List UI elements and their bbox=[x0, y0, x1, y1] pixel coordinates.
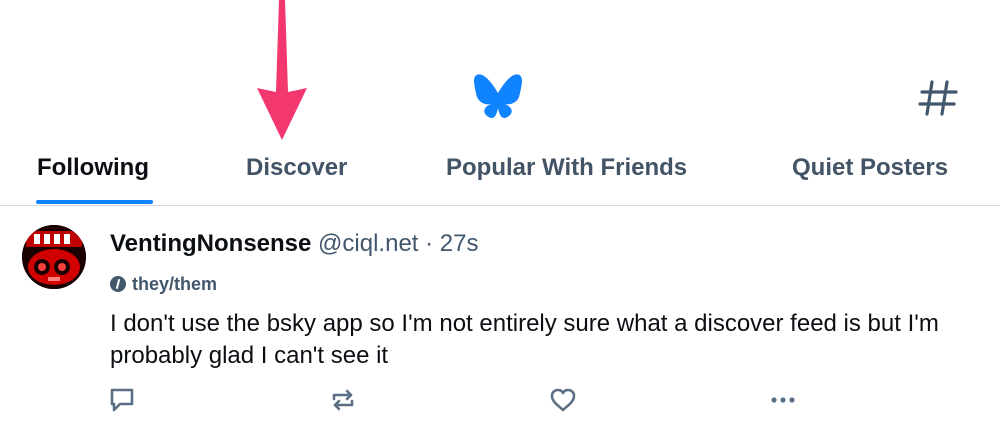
post-text: I don't use the bsky app so I'm not enti… bbox=[110, 310, 939, 369]
info-icon bbox=[110, 276, 126, 292]
active-tab-indicator bbox=[36, 200, 153, 204]
feed-header: Following Discover Popular With Friends … bbox=[0, 0, 1000, 207]
pronouns: they/them bbox=[110, 272, 217, 296]
feed-post[interactable]: VentingNonsense @ciql.net · 27s they/the… bbox=[0, 206, 1000, 435]
more-icon[interactable] bbox=[768, 385, 798, 415]
author-name[interactable]: VentingNonsense bbox=[110, 230, 311, 257]
tab-following[interactable]: Following bbox=[37, 150, 149, 186]
like-icon[interactable] bbox=[548, 385, 578, 415]
tab-quiet-posters[interactable]: Quiet Posters bbox=[792, 150, 948, 186]
tab-discover[interactable]: Discover bbox=[246, 150, 347, 186]
tab-popular-with-friends[interactable]: Popular With Friends bbox=[446, 150, 687, 186]
pronouns-label: they/them bbox=[132, 274, 218, 294]
repost-icon[interactable] bbox=[328, 385, 358, 415]
arrow-down-icon bbox=[257, 0, 307, 140]
avatar[interactable] bbox=[22, 225, 86, 289]
post-time[interactable]: 27s bbox=[440, 230, 479, 257]
hashtag-icon[interactable] bbox=[916, 78, 960, 118]
post-author-line: VentingNonsense @ciql.net · 27s bbox=[110, 228, 479, 260]
author-handle[interactable]: @ciql.net bbox=[318, 230, 418, 257]
reply-icon[interactable] bbox=[107, 385, 137, 415]
butterfly-icon[interactable] bbox=[473, 73, 523, 119]
separator: · bbox=[425, 230, 434, 257]
